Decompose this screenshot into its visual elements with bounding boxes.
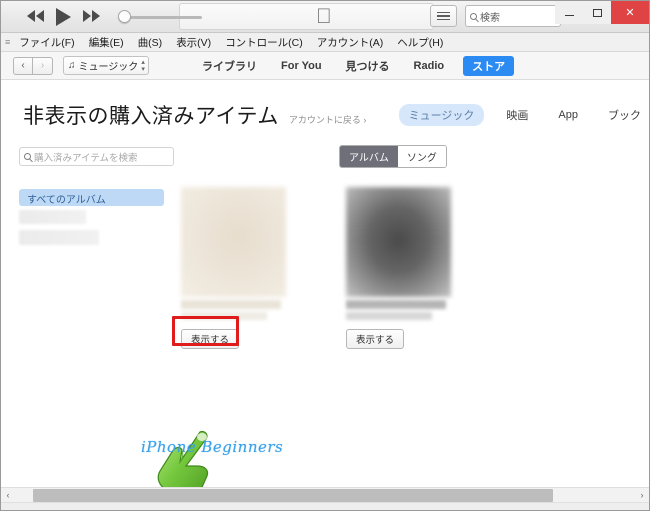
tab-library[interactable]: ライブラリ bbox=[197, 56, 262, 76]
scrollbar-thumb[interactable] bbox=[33, 488, 553, 502]
scroll-left-arrow-icon[interactable]: ‹ bbox=[1, 490, 15, 500]
menu-bar: ≡ ファイル(F) 編集(E) 曲(S) 表示(V) コントロール(C) アカウ… bbox=[1, 33, 649, 52]
search-icon bbox=[24, 153, 31, 160]
album-card[interactable]: 表示する bbox=[346, 187, 451, 349]
menu-item-view[interactable]: 表示(V) bbox=[169, 33, 218, 52]
window-controls: ✕ bbox=[555, 1, 649, 24]
volume-knob[interactable] bbox=[118, 9, 131, 23]
menu-item-file[interactable]: ファイル(F) bbox=[12, 33, 81, 52]
history-navigation: ‹ › bbox=[13, 56, 53, 75]
show-button[interactable]: 表示する bbox=[346, 329, 405, 349]
album-artist-redacted bbox=[181, 312, 267, 320]
album-title-redacted bbox=[181, 300, 281, 309]
menu-grip-icon: ≡ bbox=[5, 37, 11, 47]
back-button[interactable]: ‹ bbox=[13, 56, 33, 75]
music-note-icon: ♫ bbox=[68, 60, 76, 71]
show-button-wrapper: 表示する bbox=[172, 316, 240, 349]
tab-store[interactable]: ストア bbox=[463, 55, 515, 76]
list-view-icon[interactable] bbox=[430, 5, 457, 27]
tab-music[interactable]: ミュージック bbox=[398, 104, 485, 126]
horizontal-scrollbar[interactable]: ‹ › bbox=[1, 487, 649, 502]
album-grid: 表示する 表示する bbox=[172, 187, 451, 349]
status-bar bbox=[1, 502, 649, 510]
tab-app[interactable]: App bbox=[550, 106, 586, 124]
album-metadata-redacted bbox=[346, 300, 451, 320]
category-tabs: ミュージック 映画 App ブック bbox=[398, 104, 649, 126]
fast-forward-icon[interactable] bbox=[82, 10, 100, 23]
scroll-right-arrow-icon[interactable]: › bbox=[635, 490, 649, 500]
tab-browse[interactable]: 見つける bbox=[341, 56, 395, 76]
forward-button[interactable]: › bbox=[33, 56, 53, 75]
tab-radio[interactable]: Radio bbox=[409, 58, 450, 74]
tab-movies[interactable]: 映画 bbox=[498, 104, 536, 126]
maximize-button[interactable] bbox=[583, 1, 611, 24]
filter-row: 購入済みアイテムを検索 アルバム ソング bbox=[1, 145, 649, 175]
media-type-label: ミュージック bbox=[78, 62, 139, 73]
title-bar-right-group: 検索 bbox=[430, 5, 561, 27]
album-artist-redacted bbox=[346, 312, 432, 320]
search-placeholder: 検索 bbox=[480, 12, 500, 24]
sidebar-item-all-albums[interactable]: すべてのアルバム bbox=[19, 189, 164, 206]
apple-logo-icon:  bbox=[316, 5, 332, 29]
watermark-text: iPhone Beginners bbox=[141, 438, 284, 456]
album-artwork[interactable] bbox=[181, 187, 286, 297]
minimize-button[interactable] bbox=[555, 1, 583, 24]
store-nav-tabs: ライブラリ For You 見つける Radio ストア bbox=[197, 55, 515, 76]
play-icon[interactable] bbox=[56, 7, 71, 26]
tab-books[interactable]: ブック bbox=[600, 104, 649, 126]
back-to-account-link[interactable]: アカウントに戻る › bbox=[289, 113, 367, 126]
album-sidebar: すべてのアルバム bbox=[19, 189, 164, 245]
menu-item-edit[interactable]: 編集(E) bbox=[82, 33, 131, 52]
sidebar-item-redacted-1[interactable] bbox=[19, 210, 86, 224]
album-title-redacted bbox=[346, 300, 446, 309]
itunes-window:  検索 ✕ ≡ ファイル(F) 編集(E) 曲(S) 表示(V) コントロール… bbox=[0, 0, 650, 511]
sidebar-item-redacted-2[interactable] bbox=[19, 230, 99, 245]
show-button[interactable]: 表示する bbox=[181, 329, 240, 349]
album-metadata-redacted bbox=[181, 300, 286, 320]
album-card[interactable]: 表示する bbox=[172, 187, 286, 349]
close-button[interactable]: ✕ bbox=[611, 1, 649, 24]
rewind-icon[interactable] bbox=[27, 10, 45, 23]
menu-item-help[interactable]: ヘルプ(H) bbox=[390, 33, 450, 52]
title-bar:  検索 ✕ bbox=[1, 1, 649, 33]
purchased-search-placeholder: 購入済みアイテムを検索 bbox=[34, 152, 138, 164]
menu-item-controls[interactable]: コントロール(C) bbox=[218, 33, 310, 52]
search-icon bbox=[470, 12, 477, 20]
menu-item-account[interactable]: アカウント(A) bbox=[310, 33, 391, 52]
nav-toolbar: ‹ › ♫ ミュージック ▴ ▾ ライブラリ For You 見つける Radi… bbox=[1, 52, 649, 80]
volume-slider[interactable] bbox=[118, 9, 202, 24]
page-title: 非表示の購入済みアイテム bbox=[23, 105, 279, 128]
view-mode-segmented-control: アルバム ソング bbox=[339, 145, 447, 168]
album-artwork[interactable] bbox=[346, 187, 451, 297]
purchased-search-input[interactable]: 購入済みアイテムを検索 bbox=[19, 147, 174, 166]
chevron-updown-icon: ▴ ▾ bbox=[141, 58, 145, 73]
search-input[interactable]: 検索 bbox=[465, 5, 561, 27]
now-playing-status-area bbox=[179, 3, 434, 30]
media-type-dropdown[interactable]: ♫ ミュージック ▴ ▾ bbox=[63, 56, 149, 75]
scrollbar-track[interactable] bbox=[15, 488, 635, 502]
menu-item-song[interactable]: 曲(S) bbox=[131, 33, 170, 52]
segment-albums[interactable]: アルバム bbox=[340, 146, 398, 167]
volume-track bbox=[124, 15, 202, 19]
tab-for-you[interactable]: For You bbox=[276, 58, 327, 74]
content-area: 非表示の購入済みアイテム アカウントに戻る › ミュージック 映画 App ブッ… bbox=[1, 80, 649, 510]
show-button-wrapper: 表示する bbox=[346, 323, 405, 349]
segment-songs[interactable]: ソング bbox=[397, 146, 446, 167]
transport-controls bbox=[1, 1, 202, 32]
